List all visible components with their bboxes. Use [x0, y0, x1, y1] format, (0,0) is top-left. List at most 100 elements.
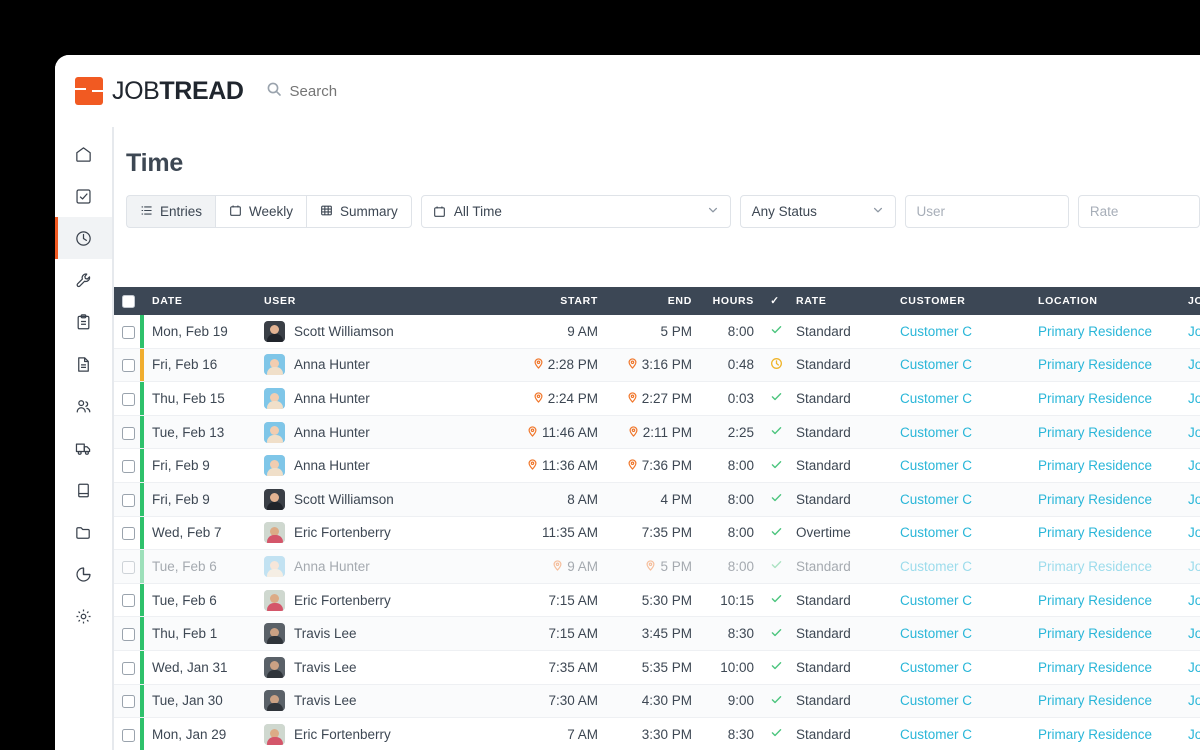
header-job[interactable]: JOB — [1180, 287, 1200, 315]
row-checkbox[interactable] — [122, 560, 135, 574]
cell-approved[interactable] — [762, 684, 788, 719]
time-entries-table-wrap[interactable]: DATE USER START END HOURS ✓ RATE CUSTOME… — [114, 287, 1200, 750]
sidebar-item-files[interactable] — [55, 511, 112, 553]
cell-location[interactable]: Primary Residence — [1030, 549, 1180, 584]
customer-link[interactable]: Customer C — [900, 559, 972, 574]
job-link[interactable]: Job 12 — [1188, 593, 1200, 608]
sidebar-item-time[interactable] — [55, 217, 112, 259]
cell-job[interactable]: Job 12 — [1180, 616, 1200, 651]
customer-link[interactable]: Customer C — [900, 425, 972, 440]
row-select-cell[interactable] — [114, 381, 140, 416]
cell-customer[interactable]: Customer C — [892, 516, 1030, 551]
row-select-cell[interactable] — [114, 448, 140, 483]
sidebar-item-documents[interactable] — [55, 343, 112, 385]
sidebar-item-vendors[interactable] — [55, 427, 112, 469]
location-link[interactable]: Primary Residence — [1038, 660, 1152, 675]
header-user[interactable]: USER — [256, 287, 498, 315]
rate-filter[interactable]: Rate — [1077, 195, 1200, 228]
cell-location[interactable]: Primary Residence — [1030, 717, 1180, 750]
sidebar-item-clipboard[interactable] — [55, 301, 112, 343]
sidebar-item-tasks[interactable] — [55, 175, 112, 217]
cell-approved[interactable] — [762, 516, 788, 551]
cell-location[interactable]: Primary Residence — [1030, 650, 1180, 685]
table-row[interactable]: Wed, Feb 7 Eric Fortenberry 11:35 AM 7:35 P… — [114, 516, 1200, 551]
app-logo[interactable]: JOBTREAD — [75, 77, 244, 105]
customer-link[interactable]: Customer C — [900, 693, 972, 708]
row-select-cell[interactable] — [114, 348, 140, 383]
location-link[interactable]: Primary Residence — [1038, 458, 1152, 473]
cell-approved[interactable] — [762, 348, 788, 383]
row-select-cell[interactable] — [114, 549, 140, 584]
sidebar-item-home[interactable] — [55, 133, 112, 175]
row-select-cell[interactable] — [114, 583, 140, 618]
cell-location[interactable]: Primary Residence — [1030, 315, 1180, 349]
row-select-cell[interactable] — [114, 650, 140, 685]
row-checkbox[interactable] — [122, 460, 135, 474]
location-link[interactable]: Primary Residence — [1038, 525, 1152, 540]
row-checkbox[interactable] — [122, 493, 135, 507]
row-checkbox[interactable] — [122, 661, 135, 675]
row-select-cell[interactable] — [114, 415, 140, 450]
header-end[interactable]: END — [606, 287, 700, 315]
cell-location[interactable]: Primary Residence — [1030, 516, 1180, 551]
row-checkbox[interactable] — [122, 628, 135, 642]
table-row[interactable]: Thu, Feb 15 Anna Hunter 2:24 PM 2:27 PM 0:03… — [114, 381, 1200, 416]
tab-entries[interactable]: Entries — [126, 195, 216, 228]
job-link[interactable]: Job 12 — [1188, 525, 1200, 540]
cell-job[interactable]: Job 12 — [1180, 415, 1200, 450]
header-rate[interactable]: RATE — [788, 287, 892, 315]
table-row[interactable]: Tue, Jan 30 Travis Lee 7:30 AM 4:30 PM 9:00 S… — [114, 684, 1200, 719]
row-checkbox[interactable] — [122, 426, 135, 440]
cell-customer[interactable]: Customer C — [892, 650, 1030, 685]
job-link[interactable]: Job 12 — [1188, 559, 1200, 574]
cell-job[interactable]: Job 12 — [1180, 583, 1200, 618]
cell-approved[interactable] — [762, 381, 788, 416]
table-row[interactable]: Tue, Feb 13 Anna Hunter 11:46 AM 2:11 PM 2:2… — [114, 415, 1200, 450]
cell-approved[interactable] — [762, 482, 788, 517]
row-select-cell[interactable] — [114, 717, 140, 750]
row-checkbox[interactable] — [122, 728, 135, 742]
header-select-all[interactable] — [114, 287, 140, 315]
cell-customer[interactable]: Customer C — [892, 717, 1030, 750]
select-all-checkbox[interactable] — [122, 294, 135, 308]
table-row[interactable]: Fri, Feb 9 Anna Hunter 11:36 AM 7:36 PM 8:00… — [114, 448, 1200, 483]
cell-approved[interactable] — [762, 616, 788, 651]
cell-job[interactable]: Job 12 — [1180, 348, 1200, 383]
row-select-cell[interactable] — [114, 684, 140, 719]
cell-job[interactable]: Job 12 — [1180, 315, 1200, 349]
cell-location[interactable]: Primary Residence — [1030, 448, 1180, 483]
row-checkbox[interactable] — [122, 325, 135, 339]
job-link[interactable]: Job 12 — [1188, 391, 1200, 406]
cell-job[interactable]: Job 12 — [1180, 717, 1200, 750]
sidebar-item-reports[interactable] — [55, 553, 112, 595]
location-link[interactable]: Primary Residence — [1038, 693, 1152, 708]
job-link[interactable]: Job 12 — [1188, 693, 1200, 708]
cell-job[interactable]: Job 12 — [1180, 381, 1200, 416]
cell-approved[interactable] — [762, 448, 788, 483]
row-select-cell[interactable] — [114, 315, 140, 349]
cell-customer[interactable]: Customer C — [892, 448, 1030, 483]
cell-job[interactable]: Job 12 — [1180, 650, 1200, 685]
customer-link[interactable]: Customer C — [900, 458, 972, 473]
header-approved-check-icon[interactable]: ✓ — [762, 287, 788, 315]
sidebar-item-tools[interactable] — [55, 259, 112, 301]
table-row[interactable]: Wed, Jan 31 Travis Lee 7:35 AM 5:35 PM 10:00… — [114, 650, 1200, 685]
row-checkbox[interactable] — [122, 594, 135, 608]
job-link[interactable]: Job 12 — [1188, 425, 1200, 440]
table-row[interactable]: Mon, Jan 29 Eric Fortenberry 7 AM 3:30 PM 8:… — [114, 717, 1200, 750]
customer-link[interactable]: Customer C — [900, 492, 972, 507]
job-link[interactable]: Job 12 — [1188, 324, 1200, 339]
tab-weekly[interactable]: Weekly — [215, 195, 307, 228]
cell-location[interactable]: Primary Residence — [1030, 348, 1180, 383]
cell-customer[interactable]: Customer C — [892, 616, 1030, 651]
row-checkbox[interactable] — [122, 359, 135, 373]
cell-location[interactable]: Primary Residence — [1030, 616, 1180, 651]
location-link[interactable]: Primary Residence — [1038, 324, 1152, 339]
sidebar-item-contacts[interactable] — [55, 385, 112, 427]
cell-approved[interactable] — [762, 415, 788, 450]
cell-job[interactable]: Job 12 — [1180, 482, 1200, 517]
row-select-cell[interactable] — [114, 482, 140, 517]
cell-approved[interactable] — [762, 315, 788, 349]
table-row[interactable]: Tue, Feb 6 Eric Fortenberry 7:15 AM 5:30 PM… — [114, 583, 1200, 618]
customer-link[interactable]: Customer C — [900, 593, 972, 608]
